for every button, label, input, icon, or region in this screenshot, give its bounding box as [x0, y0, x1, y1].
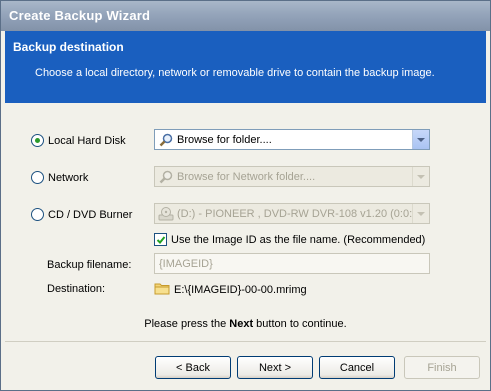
backup-filename-label: Backup filename:	[47, 259, 132, 271]
network-radio[interactable]	[31, 171, 44, 184]
disc-drive-icon	[157, 205, 175, 223]
folder-icon	[154, 282, 170, 298]
chevron-down-icon	[417, 174, 425, 179]
finish-button[interactable]: Finish	[404, 356, 480, 379]
title-bar[interactable]: Create Backup Wizard	[1, 1, 490, 31]
backup-filename-input[interactable]: {IMAGEID}	[154, 253, 430, 274]
cd-dvd-option[interactable]: CD / DVD Burner	[31, 208, 132, 221]
local-folder-dropdown-button[interactable]	[412, 130, 429, 149]
cd-dvd-radio[interactable]	[31, 208, 44, 221]
next-button[interactable]: Next >	[237, 356, 313, 379]
local-folder-combo[interactable]: Browse for folder....	[154, 129, 430, 150]
search-icon	[157, 168, 175, 186]
use-image-id-option[interactable]: Use the Image ID as the file name. (Reco…	[154, 233, 425, 246]
header-description: Choose a local directory, network or rem…	[35, 67, 435, 79]
back-button[interactable]: < Back	[155, 356, 231, 379]
network-folder-dropdown-button[interactable]	[412, 167, 429, 186]
chevron-down-icon	[417, 211, 425, 216]
local-hard-disk-option[interactable]: Local Hard Disk	[31, 134, 126, 147]
button-bar: < Back Next > Cancel Finish	[5, 341, 486, 387]
cd-dvd-label: CD / DVD Burner	[48, 208, 133, 221]
window-title: Create Backup Wizard	[9, 8, 151, 23]
network-folder-combo[interactable]: Browse for Network folder....	[154, 166, 430, 187]
destination-path: E:\{IMAGEID}-00-00.mrimg	[154, 282, 307, 298]
network-folder-value: Browse for Network folder....	[177, 170, 316, 183]
cd-dvd-dropdown-button[interactable]	[412, 204, 429, 223]
destination-label: Destination:	[47, 283, 106, 295]
hint-prefix: Please press the	[144, 318, 230, 330]
local-hard-disk-label: Local Hard Disk	[48, 134, 126, 147]
chevron-down-icon	[417, 137, 425, 142]
continue-hint: Please press the Next button to continue…	[5, 318, 486, 330]
cd-dvd-drive-combo[interactable]: (D:) - PIONEER , DVD-RW DVR-108 v1.20 (0…	[154, 203, 430, 224]
local-folder-value: Browse for folder....	[177, 133, 272, 146]
hint-bold: Next	[229, 318, 254, 330]
hint-suffix: button to continue.	[253, 318, 347, 330]
wizard-header: Backup destination Choose a local direct…	[5, 31, 486, 103]
cd-dvd-drive-value: (D:) - PIONEER , DVD-RW DVR-108 v1.20 (0…	[177, 207, 412, 220]
wizard-window: Create Backup Wizard Backup destination …	[0, 0, 491, 391]
cancel-button[interactable]: Cancel	[319, 356, 395, 379]
use-image-id-checkbox[interactable]	[154, 233, 167, 246]
destination-value: E:\{IMAGEID}-00-00.mrimg	[174, 284, 307, 296]
backup-filename-value: {IMAGEID}	[159, 258, 213, 270]
wizard-content: Local Hard Disk Browse for folder.... Ne…	[5, 103, 486, 341]
network-option[interactable]: Network	[31, 171, 88, 184]
checkmark-icon	[156, 236, 166, 244]
network-label: Network	[48, 171, 89, 184]
search-icon	[157, 131, 175, 149]
header-title: Backup destination	[13, 40, 124, 54]
local-hard-disk-radio[interactable]	[31, 134, 44, 147]
use-image-id-label: Use the Image ID as the file name. (Reco…	[171, 233, 426, 246]
